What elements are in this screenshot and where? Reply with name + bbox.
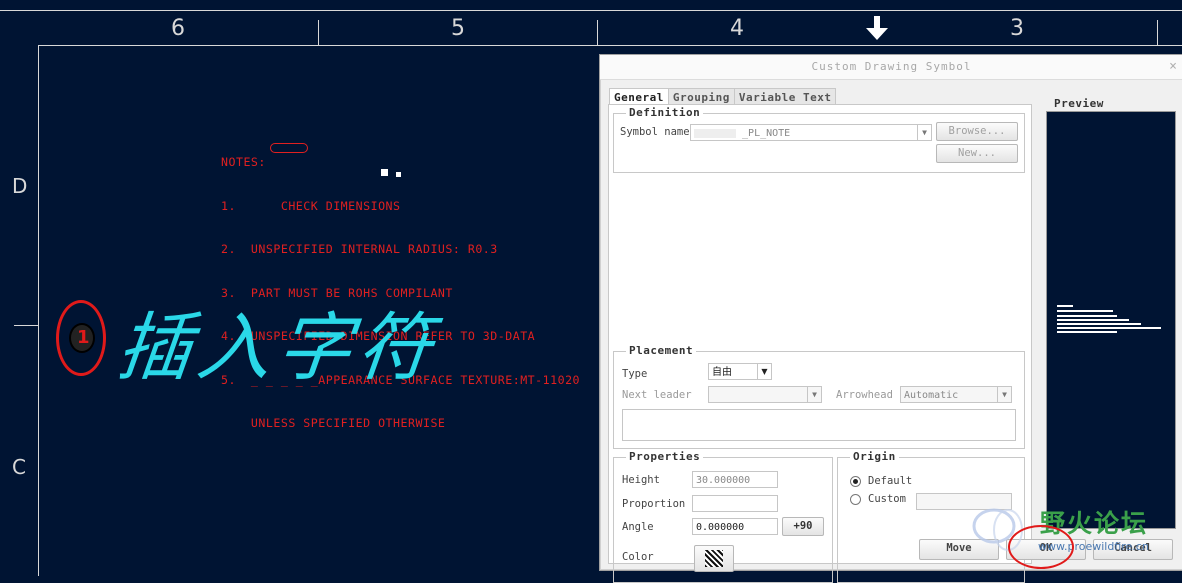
zone-number: 4 (730, 16, 744, 41)
default-radio[interactable] (850, 476, 861, 487)
chevron-down-icon: ▼ (757, 364, 771, 379)
group-label: Definition (626, 106, 704, 119)
group-label: Properties (626, 450, 704, 463)
chevron-down-icon: ▼ (807, 387, 821, 402)
custom-radio[interactable] (850, 494, 861, 505)
radio-label: Custom (868, 493, 906, 505)
group-label: Placement (626, 344, 697, 357)
row-letter: C (12, 455, 26, 479)
redacted-text (694, 128, 736, 138)
field-label: Color (622, 551, 654, 563)
chevron-down-icon: ▼ (917, 125, 931, 140)
placement-list[interactable] (622, 409, 1016, 441)
annotation-circle: 1 (56, 300, 106, 376)
preview-label: Preview (1051, 97, 1107, 110)
notes-line: 2. UNSPECIFIED INTERNAL RADIUS: R0.3 (221, 242, 498, 256)
symbol-preview-graphic (1057, 305, 1161, 333)
notes-line: UNLESS SPECIFIED OTHERWISE (221, 416, 446, 430)
row-letter: D (12, 174, 28, 198)
zone-divider (597, 20, 598, 46)
symbol-name-dropdown[interactable]: _PL_NOTE ▼ (690, 124, 932, 141)
field-label: Next leader (622, 389, 692, 401)
type-dropdown[interactable]: 自由 ▼ (708, 363, 772, 380)
field-label: Type (622, 368, 648, 380)
zone-divider (1157, 20, 1158, 46)
general-panel: Definition Symbol name _PL_NOTE ▼ Browse… (608, 104, 1032, 583)
symbol-name-value: _PL_NOTE (742, 128, 791, 139)
zone-number: 6 (171, 16, 185, 41)
color-swatch-icon (705, 550, 723, 567)
arrowhead-dropdown[interactable]: Automatic ▼ (900, 386, 1012, 403)
definition-group: Definition Symbol name _PL_NOTE ▼ Browse… (613, 106, 1025, 173)
field-label: Angle (622, 521, 654, 533)
color-button[interactable] (694, 545, 734, 572)
notes-redaction-oval (270, 143, 308, 153)
field-label: Symbol name (620, 126, 690, 138)
zone-divider (318, 20, 319, 46)
plus90-button[interactable]: +90 (782, 517, 824, 536)
dialog-title: Custom Drawing Symbol (600, 55, 1182, 80)
preview-pane (1046, 111, 1176, 529)
height-input[interactable]: 30.000000 (692, 471, 778, 488)
zone-number: 5 (451, 16, 465, 41)
notes-line: NOTES: (221, 155, 266, 169)
properties-group: Properties Height 30.000000 Proportion A… (613, 450, 833, 583)
field-label: Arrowhead (836, 389, 893, 401)
down-arrow-icon (866, 16, 888, 40)
field-label: Proportion (622, 498, 686, 510)
radio-label: Default (868, 475, 913, 487)
step-number: 1 (77, 327, 90, 348)
group-label: Origin (850, 450, 899, 463)
new-button[interactable]: New... (936, 144, 1018, 163)
zone-number: 3 (1010, 16, 1024, 41)
next-leader-dropdown[interactable]: ▼ (708, 386, 822, 403)
close-icon[interactable]: × (1169, 59, 1177, 74)
proportion-input[interactable] (692, 495, 778, 512)
notes-line: 1. CHECK DIMENSIONS (221, 198, 401, 213)
placement-group: Placement Type 自由 ▼ Next leader ▼ Arrowh… (613, 344, 1025, 449)
row-divider (14, 325, 38, 326)
selection-handle[interactable] (381, 169, 388, 176)
browse-button[interactable]: Browse... (936, 122, 1018, 141)
ok-highlight-circle (1008, 525, 1074, 569)
angle-input[interactable]: 0.000000 (692, 518, 778, 535)
handwritten-annotation: 插入字符 (112, 305, 442, 391)
type-value: 自由 (712, 367, 732, 378)
field-label: Height (622, 474, 660, 486)
selection-handle[interactable] (396, 172, 401, 177)
arrowhead-value: Automatic (904, 390, 959, 401)
custom-drawing-symbol-dialog: Custom Drawing Symbol × General Grouping V… (599, 54, 1182, 583)
chevron-down-icon: ▼ (997, 387, 1011, 402)
